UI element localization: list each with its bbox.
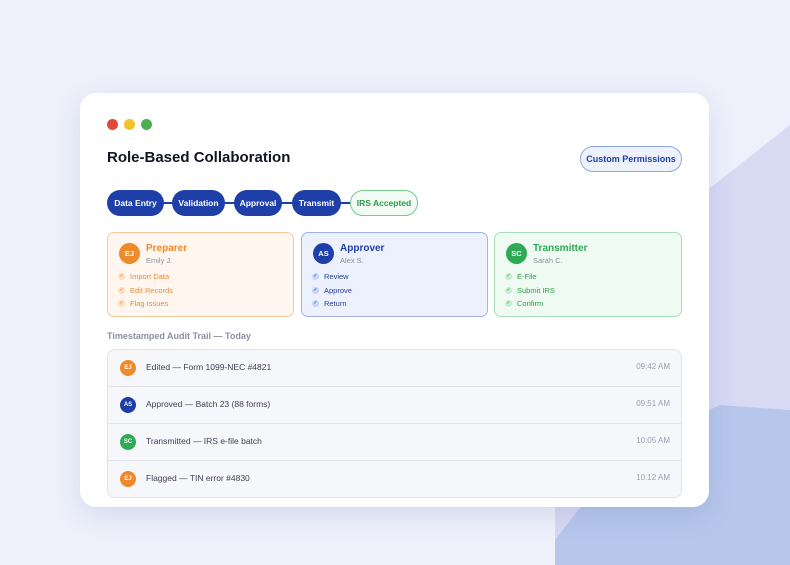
check-icon: ✓ — [505, 273, 512, 281]
permission-item: ✓ Approve — [312, 285, 352, 295]
avatar: AS — [313, 243, 334, 264]
permission-item: ✓ Submit IRS — [505, 285, 555, 295]
audit-event: Approved — Batch 23 (88 forms) — [146, 399, 271, 409]
audit-time: 09:51 AM — [636, 399, 670, 408]
window-controls — [107, 119, 152, 130]
audit-event: Transmitted — IRS e-file batch — [146, 436, 262, 446]
avatar: EJ — [119, 243, 140, 264]
page-title: Role-Based Collaboration — [107, 149, 291, 166]
role-user: Emily J. — [146, 256, 173, 265]
close-dot-icon[interactable] — [107, 119, 118, 130]
audit-row[interactable]: EJ Flagged — TIN error #4830 10:12 AM — [108, 461, 681, 497]
workflow-steps: Data Entry Validation Approval Transmit … — [107, 190, 427, 216]
avatar: AS — [120, 397, 136, 413]
permission-item: ✓ Return — [312, 299, 347, 309]
permission-item: ✓ Review — [312, 272, 349, 282]
check-icon: ✓ — [118, 286, 125, 294]
check-icon: ✓ — [505, 286, 512, 294]
audit-row[interactable]: SC Transmitted — IRS e-file batch 10:05 … — [108, 424, 681, 461]
permission-item: ✓ E-File — [505, 272, 537, 282]
step-approval[interactable]: Approval — [234, 190, 282, 216]
minimize-dot-icon[interactable] — [124, 119, 135, 130]
audit-row[interactable]: AS Approved — Batch 23 (88 forms) 09:51 … — [108, 387, 681, 424]
permission-list: ✓ Import Data ✓ Edit Records ✓ Flag Issues — [118, 270, 173, 311]
audit-event: Edited — Form 1099-NEC #4821 — [146, 362, 272, 372]
role-card-preparer[interactable]: EJ Preparer Emily J. ✓ Import Data ✓ Edit … — [107, 232, 294, 317]
collaboration-window: Role-Based Collaboration Custom Permissi… — [80, 93, 709, 507]
role-name: Preparer — [146, 243, 188, 254]
step-irs-accepted[interactable]: IRS Accepted — [350, 190, 418, 216]
permission-item: ✓ Flag Issues — [118, 299, 169, 309]
permission-list: ✓ Review ✓ Approve ✓ Return — [312, 270, 352, 311]
audit-event: Flagged — TIN error #4830 — [146, 473, 250, 483]
step-transmit[interactable]: Transmit — [292, 190, 341, 216]
avatar: SC — [506, 243, 527, 264]
check-icon: ✓ — [312, 300, 319, 308]
custom-permissions-button[interactable]: Custom Permissions — [580, 146, 682, 172]
avatar: SC — [120, 434, 136, 450]
check-icon: ✓ — [505, 300, 512, 308]
role-card-approver[interactable]: AS Approver Alex S. ✓ Review ✓ Approve ✓ Re… — [301, 232, 488, 317]
permission-item: ✓ Edit Records — [118, 285, 173, 295]
maximize-dot-icon[interactable] — [141, 119, 152, 130]
permission-list: ✓ E-File ✓ Submit IRS ✓ Confirm — [505, 270, 555, 311]
avatar: EJ — [120, 471, 136, 487]
role-name: Transmitter — [533, 243, 588, 254]
role-user: Alex S. — [340, 256, 364, 265]
step-validation[interactable]: Validation — [172, 190, 225, 216]
permission-item: ✓ Import Data — [118, 272, 170, 282]
audit-time: 10:12 AM — [636, 473, 670, 482]
role-user: Sarah C. — [533, 256, 563, 265]
role-card-transmitter[interactable]: SC Transmitter Sarah C. ✓ E-File ✓ Submit … — [494, 232, 682, 317]
permission-item: ✓ Confirm — [505, 299, 544, 309]
check-icon: ✓ — [312, 286, 319, 294]
check-icon: ✓ — [118, 273, 125, 281]
audit-time: 10:05 AM — [636, 436, 670, 445]
role-name: Approver — [340, 243, 385, 254]
check-icon: ✓ — [118, 300, 125, 308]
check-icon: ✓ — [312, 273, 319, 281]
avatar: EJ — [120, 360, 136, 376]
audit-time: 09:42 AM — [636, 362, 670, 371]
step-data-entry[interactable]: Data Entry — [107, 190, 164, 216]
audit-trail-list: EJ Edited — Form 1099-NEC #4821 09:42 AM… — [107, 349, 682, 498]
audit-row[interactable]: EJ Edited — Form 1099-NEC #4821 09:42 AM — [108, 350, 681, 387]
audit-trail-heading: Timestamped Audit Trail — Today — [107, 331, 251, 341]
